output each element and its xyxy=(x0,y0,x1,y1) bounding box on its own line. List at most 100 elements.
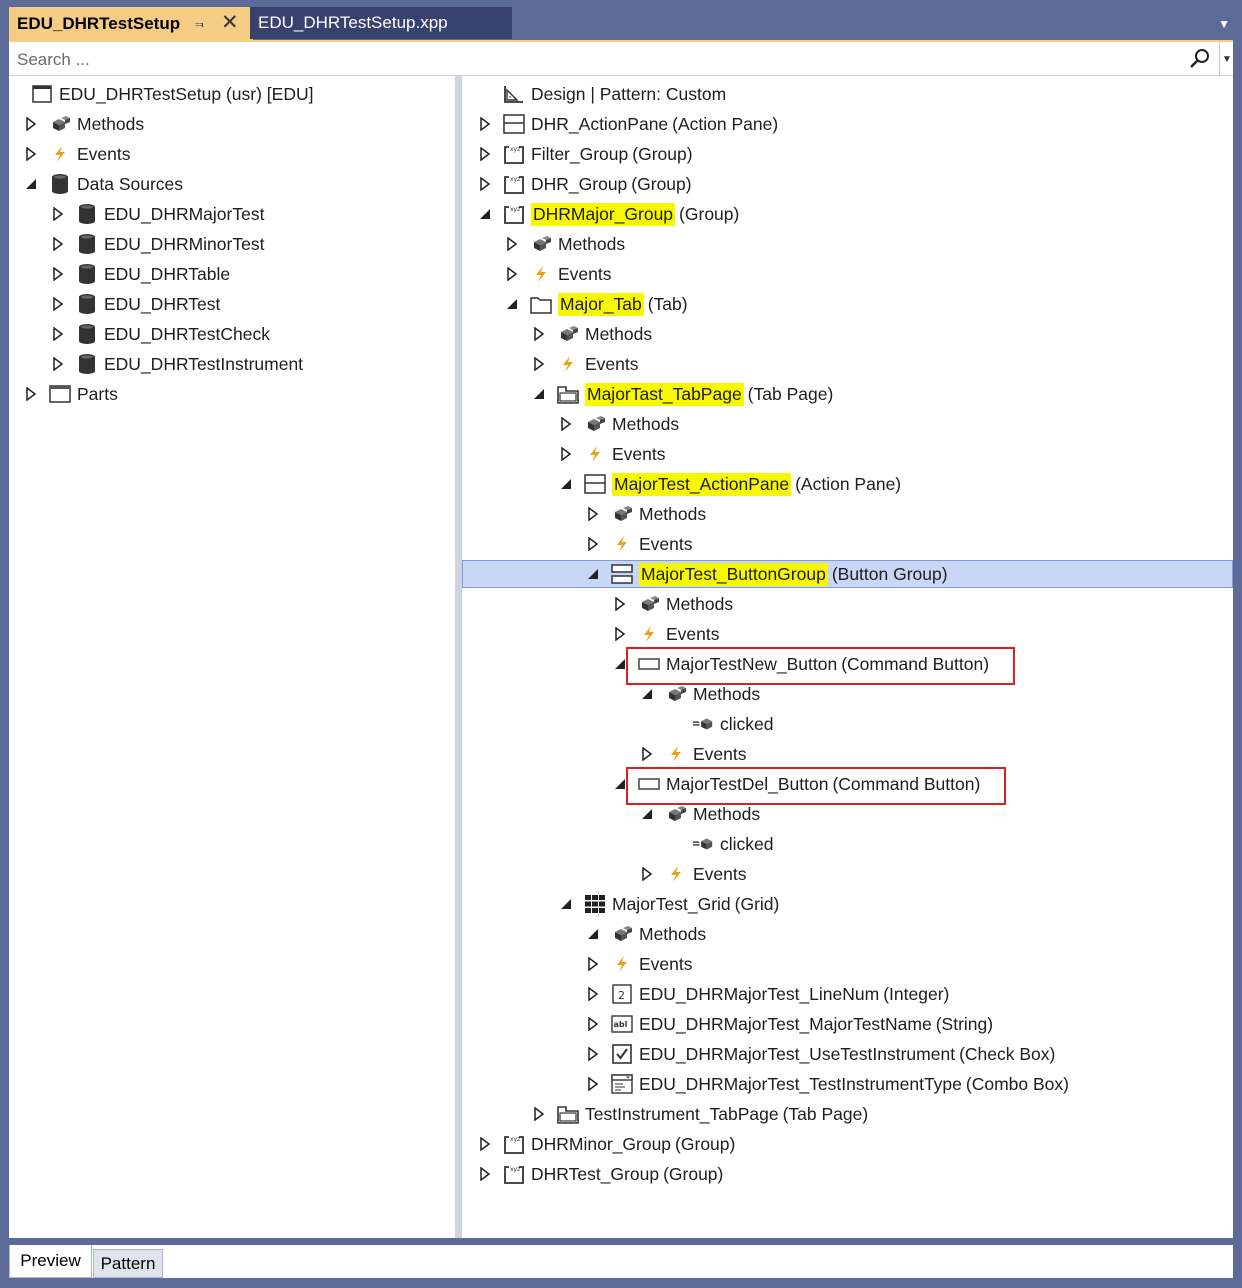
tree-node-events[interactable]: Events xyxy=(585,949,693,979)
tree-node-majortest-actionpane[interactable]: MajorTest_ActionPane (Action Pane) xyxy=(558,469,901,499)
expand-arrow-icon[interactable] xyxy=(504,266,520,282)
collapse-arrow-icon[interactable] xyxy=(585,566,601,582)
expand-arrow-icon[interactable] xyxy=(585,1046,601,1062)
tree-node-edu-dhrtest[interactable]: EDU_DHRTest xyxy=(50,289,220,319)
expand-arrow-icon[interactable] xyxy=(558,446,574,462)
tree-node-edu-dhrmajortest-usetestinstrument[interactable]: EDU_DHRMajorTest_UseTestInstrument (Check… xyxy=(585,1039,1055,1069)
tree-node-dhrminor-group[interactable]: xyz DHRMinor_Group (Group) xyxy=(477,1129,735,1159)
tree-node-edu-dhrtestcheck[interactable]: EDU_DHRTestCheck xyxy=(50,319,270,349)
tree-node-events[interactable]: Events xyxy=(639,859,747,889)
search-input[interactable] xyxy=(15,48,1179,72)
tree-node-edu-dhrmajortest-majortestname[interactable]: abl EDU_DHRMajorTest_MajorTestName (String… xyxy=(585,1009,993,1039)
tree-node-edu-dhrmajortest-linenum[interactable]: 2 EDU_DHRMajorTest_LineNum (Integer) xyxy=(585,979,949,1009)
tree-node-edu-dhrmajortest-testinstrumenttype[interactable]: EDU_DHRMajorTest_TestInstrumentType (Comb… xyxy=(585,1069,1069,1099)
collapse-arrow-icon[interactable] xyxy=(504,296,520,312)
tree-node-edu-dhrtestsetup-usr-edu[interactable]: EDU_DHRTestSetup (usr) [EDU] xyxy=(31,79,313,109)
tree-node-clicked[interactable]: clicked xyxy=(666,829,774,859)
expand-arrow-icon[interactable] xyxy=(585,956,601,972)
tree-node-dhr-group[interactable]: xyz DHR_Group (Group) xyxy=(477,169,692,199)
tree-node-methods[interactable]: Methods xyxy=(558,409,679,439)
expand-arrow-icon[interactable] xyxy=(639,746,655,762)
tab-edu-dhrtestsetup-xpp[interactable]: EDU_DHRTestSetup.xpp xyxy=(250,7,512,39)
tree-node-design-pattern-custom[interactable]: Design | Pattern: Custom xyxy=(477,79,726,109)
pin-icon[interactable]: ⫬ xyxy=(195,14,204,31)
expand-arrow-icon[interactable] xyxy=(612,626,628,642)
expand-arrow-icon[interactable] xyxy=(477,1166,493,1182)
tree-node-data-sources[interactable]: Data Sources xyxy=(23,169,183,199)
collapse-arrow-icon[interactable] xyxy=(558,476,574,492)
expand-arrow-icon[interactable] xyxy=(50,356,66,372)
expand-arrow-icon[interactable] xyxy=(50,326,66,342)
tree-node-label: MajorTest_ButtonGroup xyxy=(639,562,828,586)
expand-arrow-icon[interactable] xyxy=(477,146,493,162)
expand-arrow-icon[interactable] xyxy=(23,386,39,402)
tree-node-parts[interactable]: Parts xyxy=(23,379,118,409)
tab-edu-dhrtestsetup[interactable]: EDU_DHRTestSetup ⫬ ✕ xyxy=(9,7,253,40)
search-options-dropdown[interactable]: ▼ xyxy=(1219,42,1234,76)
tree-node-majortest-buttongroup[interactable]: MajorTest_ButtonGroup (Button Group) xyxy=(585,559,948,589)
expand-arrow-icon[interactable] xyxy=(50,266,66,282)
expand-arrow-icon[interactable] xyxy=(531,1106,547,1122)
collapse-arrow-icon[interactable] xyxy=(639,806,655,822)
expand-arrow-icon[interactable] xyxy=(531,356,547,372)
tab-preview[interactable]: Preview xyxy=(9,1245,92,1278)
expand-arrow-icon[interactable] xyxy=(639,866,655,882)
expand-arrow-icon[interactable] xyxy=(23,146,39,162)
tree-node-events[interactable]: Events xyxy=(531,349,639,379)
tab-pattern[interactable]: Pattern xyxy=(93,1249,163,1278)
expand-arrow-icon[interactable] xyxy=(477,116,493,132)
tree-node-major-tab[interactable]: Major_Tab (Tab) xyxy=(504,289,688,319)
collapse-arrow-icon[interactable] xyxy=(531,386,547,402)
collapse-arrow-icon[interactable] xyxy=(477,206,493,222)
tree-node-majortest-grid[interactable]: MajorTest_Grid (Grid) xyxy=(558,889,779,919)
tree-node-events[interactable]: Events xyxy=(639,739,747,769)
expand-arrow-icon[interactable] xyxy=(585,986,601,1002)
tree-node-edu-dhrmajortest[interactable]: EDU_DHRMajorTest xyxy=(50,199,264,229)
expand-arrow-icon[interactable] xyxy=(531,326,547,342)
search-icon[interactable] xyxy=(1189,48,1211,75)
expand-arrow-icon[interactable] xyxy=(50,206,66,222)
tree-node-dhr-actionpane[interactable]: DHR_ActionPane (Action Pane) xyxy=(477,109,778,139)
tree-node-events[interactable]: Events xyxy=(23,139,131,169)
tree-node-dhrtest-group[interactable]: xyz DHRTest_Group (Group) xyxy=(477,1159,723,1189)
expand-arrow-icon[interactable] xyxy=(558,416,574,432)
expand-arrow-icon[interactable] xyxy=(23,116,39,132)
collapse-arrow-icon[interactable] xyxy=(639,686,655,702)
chevron-down-icon[interactable]: ▼ xyxy=(1218,17,1230,31)
tree-node-events[interactable]: Events xyxy=(612,619,720,649)
tree-node-clicked[interactable]: clicked xyxy=(666,709,774,739)
expand-arrow-icon[interactable] xyxy=(585,506,601,522)
pane-splitter[interactable] xyxy=(455,76,462,1238)
close-icon[interactable]: ✕ xyxy=(221,10,239,35)
tree-node-edu-dhrtestinstrument[interactable]: EDU_DHRTestInstrument xyxy=(50,349,303,379)
combobox-icon xyxy=(611,1073,633,1095)
expand-arrow-icon[interactable] xyxy=(585,1076,601,1092)
tree-node-methods[interactable]: Methods xyxy=(504,229,625,259)
collapse-arrow-icon[interactable] xyxy=(558,896,574,912)
expand-arrow-icon[interactable] xyxy=(50,236,66,252)
tree-node-edu-dhrminortest[interactable]: EDU_DHRMinorTest xyxy=(50,229,264,259)
expand-arrow-icon[interactable] xyxy=(504,236,520,252)
tree-node-methods[interactable]: Methods xyxy=(585,919,706,949)
tree-node-methods[interactable]: Methods xyxy=(531,319,652,349)
expand-arrow-icon[interactable] xyxy=(585,536,601,552)
expand-arrow-icon[interactable] xyxy=(50,296,66,312)
tree-node-events[interactable]: Events xyxy=(504,259,612,289)
collapse-arrow-icon[interactable] xyxy=(23,176,39,192)
tree-node-testinstrument-tabpage[interactable]: TestInstrument_TabPage (Tab Page) xyxy=(531,1099,868,1129)
collapse-arrow-icon[interactable] xyxy=(585,926,601,942)
expand-arrow-icon[interactable] xyxy=(612,596,628,612)
expand-arrow-icon[interactable] xyxy=(477,176,493,192)
tree-node-edu-dhrtable[interactable]: EDU_DHRTable xyxy=(50,259,230,289)
expand-arrow-icon[interactable] xyxy=(585,1016,601,1032)
tree-node-methods[interactable]: Methods xyxy=(585,499,706,529)
tree-node-events[interactable]: Events xyxy=(558,439,666,469)
tree-node-dhrmajor-group[interactable]: xyz DHRMajor_Group (Group) xyxy=(477,199,739,229)
tree-node-methods[interactable]: Methods xyxy=(23,109,144,139)
expand-arrow-icon[interactable] xyxy=(477,1136,493,1152)
tree-node-events[interactable]: Events xyxy=(585,529,693,559)
tree-node-filter-group[interactable]: xyz Filter_Group (Group) xyxy=(477,139,693,169)
tree-node-majortast-tabpage[interactable]: MajorTast_TabPage (Tab Page) xyxy=(531,379,833,409)
tree-node-methods[interactable]: Methods xyxy=(612,589,733,619)
